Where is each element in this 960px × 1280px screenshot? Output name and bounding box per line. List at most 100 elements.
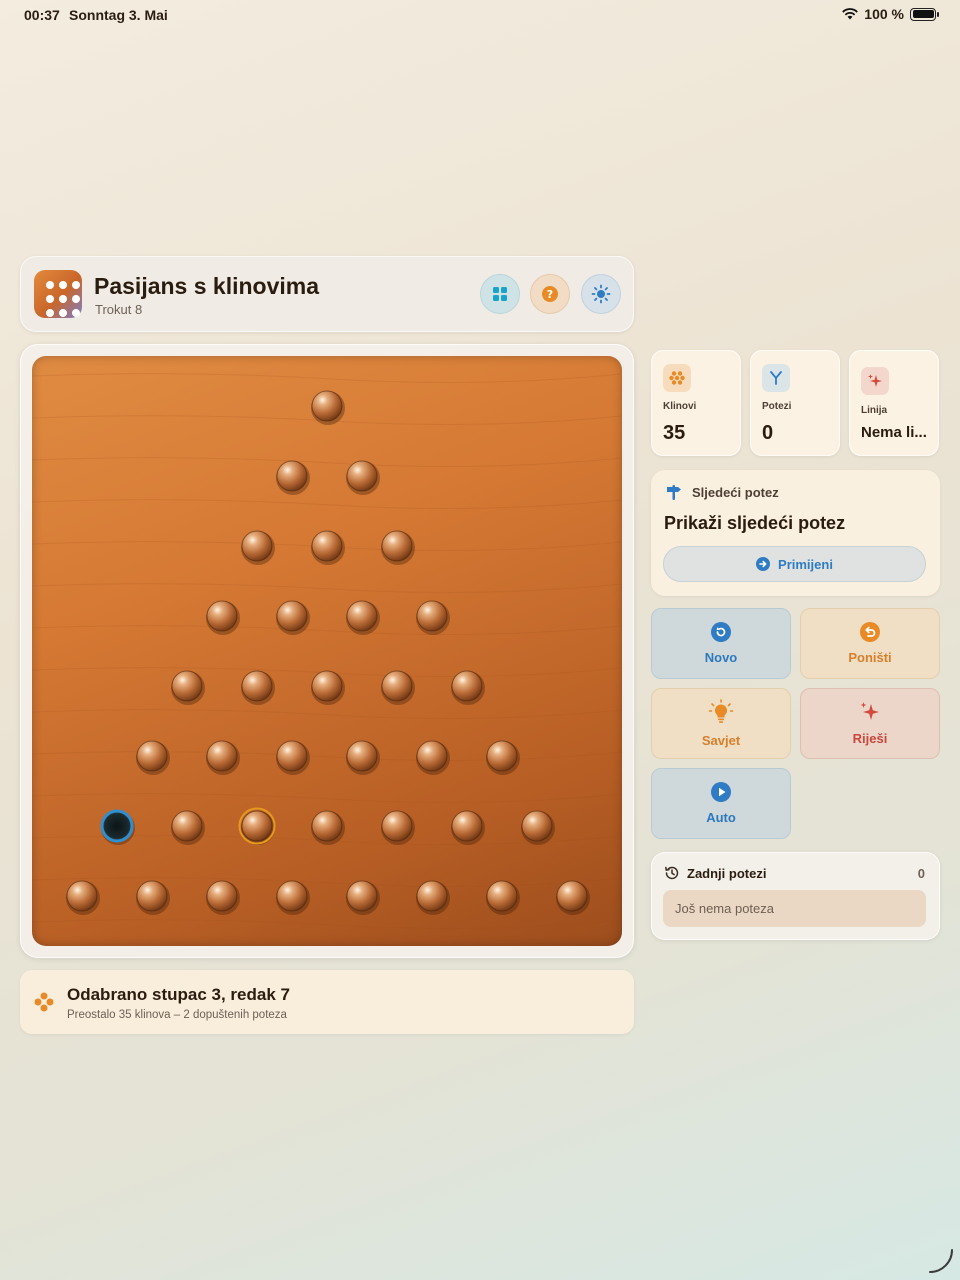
apply-label: Primijeni — [778, 556, 833, 572]
peg[interactable] — [311, 810, 345, 845]
battery-percent: 100 % — [864, 6, 904, 22]
peg[interactable] — [381, 670, 415, 705]
status-title: Odabrano stupac 3, redak 7 — [67, 985, 290, 1004]
status-indicators: 100 % — [842, 6, 939, 22]
peg[interactable] — [171, 810, 205, 845]
sparkles-icon — [861, 367, 889, 395]
history-icon — [665, 866, 679, 880]
peg[interactable] — [451, 810, 485, 845]
moves-fork-icon — [762, 364, 790, 392]
peg[interactable] — [416, 600, 450, 635]
stat-value: Nema li... — [861, 424, 927, 441]
board-select-button[interactable] — [480, 274, 520, 314]
solve-label: Riješi — [852, 731, 888, 746]
peg[interactable] — [486, 740, 520, 775]
peg[interactable] — [451, 670, 485, 705]
app-header: Pasijans s klinovima Trokut 8 ? — [20, 256, 634, 332]
stat-value: 35 — [663, 422, 686, 444]
game-board — [32, 356, 622, 946]
solve-button[interactable]: Riješi — [800, 688, 940, 759]
app-logo-icon — [34, 270, 82, 318]
arrow-right-circle-icon — [756, 557, 771, 571]
hint-label: Savjet — [701, 733, 741, 748]
peg[interactable] — [241, 670, 275, 705]
stat-moves: Potezi 0 — [750, 350, 840, 456]
recent-moves-count: 0 — [917, 866, 925, 881]
clock: 00:37 — [24, 7, 60, 23]
battery-icon — [910, 7, 939, 21]
pegs-cluster-icon — [34, 992, 54, 1012]
undo-button[interactable]: Poništi — [800, 608, 940, 679]
play-icon — [711, 782, 731, 802]
theme-button[interactable] — [581, 274, 621, 314]
peg[interactable] — [311, 530, 345, 565]
next-move-label: Sljedeći potez — [692, 485, 779, 500]
undo-label: Poništi — [848, 650, 892, 665]
sun-icon — [591, 284, 611, 304]
peg[interactable] — [486, 880, 520, 915]
peg[interactable] — [206, 880, 240, 915]
undo-icon — [860, 622, 880, 642]
board-frame — [20, 344, 634, 958]
signpost-icon — [667, 485, 681, 500]
apply-button[interactable]: Primijeni — [663, 546, 926, 582]
board-variant: Trokut 8 — [95, 302, 143, 317]
wifi-icon — [842, 8, 859, 20]
peg[interactable] — [241, 530, 275, 565]
peg[interactable] — [206, 740, 240, 775]
stat-pegs: Klinovi 35 — [651, 350, 741, 456]
selected-peg[interactable] — [238, 807, 276, 846]
stat-line: Linija Nema li... — [849, 350, 939, 456]
hint-button[interactable]: Savjet — [651, 688, 791, 759]
recent-moves-card: Zadnji potezi 0 Još nema poteza — [651, 852, 940, 940]
sparkles-icon — [860, 702, 879, 720]
peg[interactable] — [311, 670, 345, 705]
peg[interactable] — [346, 740, 380, 775]
peg[interactable] — [346, 600, 380, 635]
empty-hole[interactable] — [100, 809, 135, 845]
grid-icon — [493, 287, 507, 301]
help-icon: ? — [542, 286, 558, 302]
peg[interactable] — [346, 880, 380, 915]
stat-label: Klinovi — [663, 401, 697, 412]
peg[interactable] — [276, 600, 310, 635]
peg[interactable] — [136, 740, 170, 775]
status-bar: 00:37 Sonntag 3. Mai 100 % — [0, 0, 960, 30]
new-game-button[interactable]: Novo — [651, 608, 791, 679]
board-canvas — [32, 373, 622, 930]
peg[interactable] — [311, 390, 345, 425]
peg[interactable] — [206, 600, 240, 635]
pegs-icon — [663, 364, 691, 392]
stat-label: Potezi — [762, 401, 792, 412]
next-move-title[interactable]: Prikaži sljedeći potez — [664, 513, 845, 534]
peg[interactable] — [136, 880, 170, 915]
peg[interactable] — [346, 460, 380, 495]
peg[interactable] — [66, 880, 100, 915]
peg[interactable] — [521, 810, 555, 845]
date: Sonntag 3. Mai — [69, 7, 168, 23]
next-move-card: Sljedeći potez Prikaži sljedeći potez Pr… — [651, 470, 940, 596]
resize-handle-icon[interactable] — [928, 1248, 954, 1274]
status-subtitle: Preostalo 35 klinova – 2 dopuštenih pote… — [67, 1009, 287, 1021]
recent-moves-title: Zadnji potezi — [687, 866, 767, 881]
svg-text:?: ? — [547, 288, 553, 301]
lightbulb-icon — [708, 699, 734, 723]
new-game-label: Novo — [704, 650, 738, 665]
peg[interactable] — [381, 810, 415, 845]
peg[interactable] — [276, 880, 310, 915]
peg[interactable] — [171, 670, 205, 705]
peg[interactable] — [381, 530, 415, 565]
peg[interactable] — [276, 740, 310, 775]
recent-moves-empty: Još nema poteza — [663, 890, 926, 927]
peg[interactable] — [416, 880, 450, 915]
peg[interactable] — [416, 740, 450, 775]
auto-play-button[interactable]: Auto — [651, 768, 791, 839]
restart-icon — [711, 622, 731, 642]
stat-label: Linija — [861, 405, 888, 416]
page-title: Pasijans s klinovima — [94, 273, 320, 299]
auto-play-label: Auto — [706, 810, 736, 825]
selection-status: Odabrano stupac 3, redak 7 Preostalo 35 … — [20, 970, 634, 1034]
peg[interactable] — [556, 880, 590, 915]
help-button[interactable]: ? — [530, 274, 570, 314]
peg[interactable] — [276, 460, 310, 495]
